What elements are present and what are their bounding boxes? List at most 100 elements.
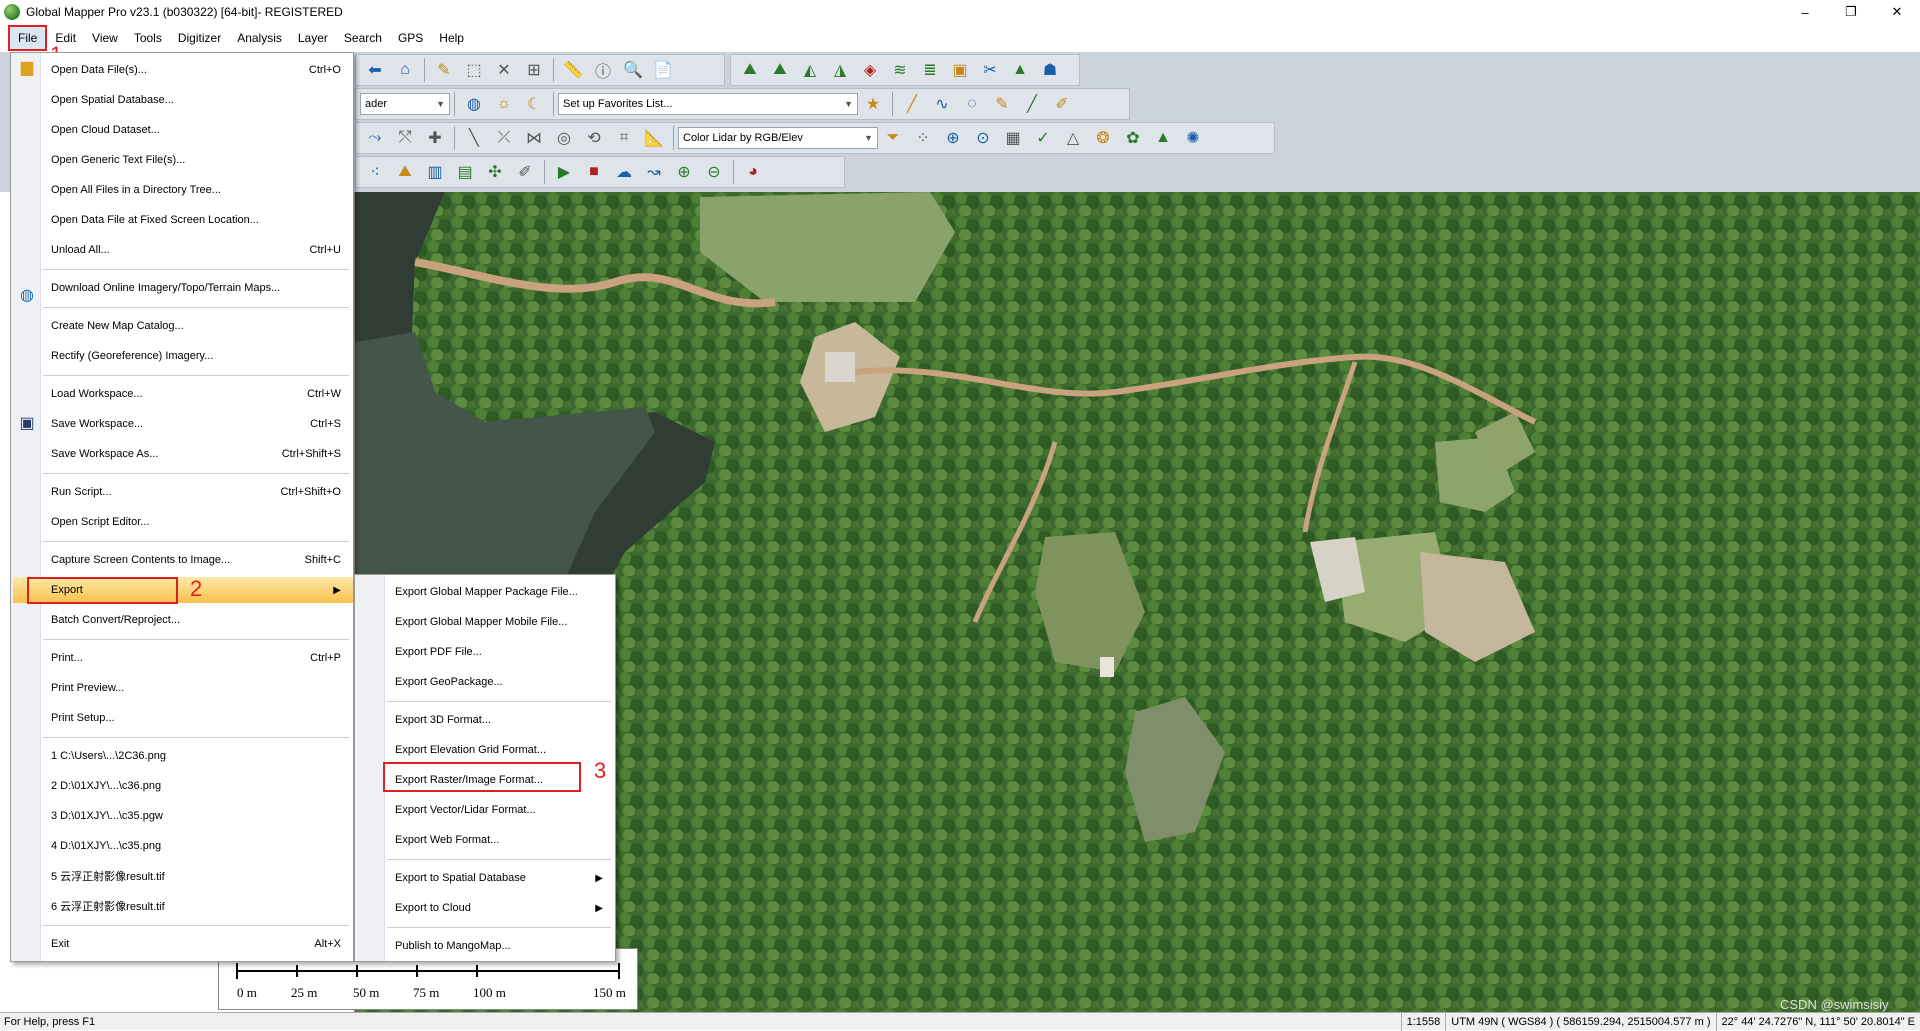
- export-item-web[interactable]: Export Web Format...: [385, 827, 615, 853]
- close-button[interactable]: ✕: [1874, 0, 1920, 24]
- stop-icon[interactable]: ■: [581, 159, 607, 185]
- cross-icon[interactable]: ✚: [422, 125, 448, 151]
- menu-item-recent-5[interactable]: 5 云浮正射影像result.tif: [41, 863, 353, 889]
- search-doc-icon[interactable]: 🔍: [620, 57, 646, 83]
- info-icon[interactable]: ⓘ: [590, 57, 616, 83]
- menu-file[interactable]: File: [8, 25, 47, 51]
- vertex-icon[interactable]: ⤳: [362, 125, 388, 151]
- menu-digitizer[interactable]: Digitizer: [170, 25, 229, 51]
- brush-tool-icon[interactable]: ✐: [512, 159, 538, 185]
- menu-item-script-editor[interactable]: Open Script Editor...: [41, 509, 353, 535]
- line-tool-icon[interactable]: ╲: [461, 125, 487, 151]
- play-icon[interactable]: ▶: [551, 159, 577, 185]
- volume-icon[interactable]: ◈: [857, 57, 883, 83]
- view-shed-icon[interactable]: ◮: [827, 57, 853, 83]
- export-item-mangomap[interactable]: Publish to MangoMap...: [385, 933, 615, 959]
- globe-icon[interactable]: ◍: [461, 91, 487, 117]
- snap-icon[interactable]: ⤲: [392, 125, 418, 151]
- menu-item-recent-3[interactable]: 3 D:\01XJY\...\c35.pgw: [41, 803, 353, 829]
- classify-icon[interactable]: ✓: [1030, 125, 1056, 151]
- digitize-line-icon[interactable]: ╱: [899, 91, 925, 117]
- star-icon[interactable]: ★: [860, 91, 886, 117]
- export-item-cloud[interactable]: Export to Cloud▶: [385, 895, 615, 921]
- filter-icon[interactable]: ⏷: [880, 125, 906, 151]
- brush-icon[interactable]: ✐: [1049, 91, 1075, 117]
- remove-icon[interactable]: ⊖: [701, 159, 727, 185]
- menu-item-save-workspace-as[interactable]: Save Workspace As...Ctrl+Shift+S: [41, 441, 353, 467]
- layers-icon[interactable]: ≣: [917, 57, 943, 83]
- network-icon[interactable]: ✺: [1180, 125, 1206, 151]
- contour-icon[interactable]: ⛰: [767, 57, 793, 83]
- menu-item-load-workspace[interactable]: Load Workspace...Ctrl+W: [41, 381, 353, 407]
- points-icon[interactable]: ⁘: [910, 125, 936, 151]
- slope-icon[interactable]: ◭: [797, 57, 823, 83]
- minimize-button[interactable]: –: [1782, 0, 1828, 24]
- menu-item-print[interactable]: Print...Ctrl+P: [41, 645, 353, 671]
- menu-item-create-catalog[interactable]: Create New Map Catalog...: [41, 313, 353, 339]
- menu-item-exit[interactable]: ExitAlt+X: [41, 931, 353, 957]
- menu-item-capture-screen[interactable]: Capture Screen Contents to Image...Shift…: [41, 547, 353, 573]
- menu-item-batch-convert[interactable]: Batch Convert/Reproject...: [41, 607, 353, 633]
- scatter-icon[interactable]: ⁖: [362, 159, 388, 185]
- measure-icon[interactable]: 📏: [560, 57, 586, 83]
- digitize-curve-icon[interactable]: ∿: [929, 91, 955, 117]
- ruler-icon[interactable]: 📐: [641, 125, 667, 151]
- back-arrow-icon[interactable]: ⬅: [362, 57, 388, 83]
- grid-icon[interactable]: ▦: [1000, 125, 1026, 151]
- menu-item-print-preview[interactable]: Print Preview...: [41, 675, 353, 701]
- tree-icon[interactable]: ✿: [1120, 125, 1146, 151]
- menu-item-recent-1[interactable]: 1 C:\Users\...\2C36.png: [41, 743, 353, 769]
- document-icon[interactable]: 📄: [650, 57, 676, 83]
- sun-icon[interactable]: ☼: [491, 91, 517, 117]
- export-item-elevation-grid[interactable]: Export Elevation Grid Format...: [385, 737, 615, 763]
- triangle-icon[interactable]: △: [1060, 125, 1086, 151]
- menu-item-open-cloud[interactable]: Open Cloud Dataset...: [41, 117, 353, 143]
- rotate-icon[interactable]: ⟲: [581, 125, 607, 151]
- menu-tools[interactable]: Tools: [126, 25, 170, 51]
- menu-layer[interactable]: Layer: [290, 25, 336, 51]
- terrain-icon[interactable]: ⛰: [737, 57, 763, 83]
- image-icon[interactable]: ▣: [947, 57, 973, 83]
- delete-x-icon[interactable]: ✕: [491, 57, 517, 83]
- split-icon[interactable]: ⤫: [491, 125, 517, 151]
- chart-icon[interactable]: ▲: [1007, 57, 1033, 83]
- menu-item-save-workspace[interactable]: Save Workspace...Ctrl+S: [41, 411, 353, 437]
- edit-vertex-icon[interactable]: ✎: [989, 91, 1015, 117]
- maximize-button[interactable]: ❐: [1828, 0, 1874, 24]
- export-item-pdf[interactable]: Export PDF File...: [385, 639, 615, 665]
- menu-item-recent-6[interactable]: 6 云浮正射影像result.tif: [41, 893, 353, 919]
- map-icon[interactable]: ▤: [452, 159, 478, 185]
- cluster-icon[interactable]: ❂: [1090, 125, 1116, 151]
- peak-icon[interactable]: ▲: [1150, 125, 1176, 151]
- menu-help[interactable]: Help: [431, 25, 472, 51]
- lasso-icon[interactable]: ◎: [551, 125, 577, 151]
- export-item-gm-package[interactable]: Export Global Mapper Package File...: [385, 579, 615, 605]
- zoom-lidar-icon[interactable]: ⊕: [940, 125, 966, 151]
- edit-line-icon[interactable]: ╱: [1019, 91, 1045, 117]
- search-lidar-icon[interactable]: ⊙: [970, 125, 996, 151]
- move-icon[interactable]: ⊞: [521, 57, 547, 83]
- menu-item-run-script[interactable]: Run Script...Ctrl+Shift+O: [41, 479, 353, 505]
- menu-item-open-spatial-db[interactable]: Open Spatial Database...: [41, 87, 353, 113]
- menu-item-open-generic-text[interactable]: Open Generic Text File(s)...: [41, 147, 353, 173]
- lidar-color-select[interactable]: Color Lidar by RGB/Elev▼: [678, 127, 878, 149]
- menu-item-unload-all[interactable]: Unload All...Ctrl+U: [41, 237, 353, 263]
- path-icon[interactable]: ↝: [641, 159, 667, 185]
- menu-view[interactable]: View: [84, 25, 126, 51]
- shader-select[interactable]: ader▼: [360, 93, 450, 115]
- menu-gps[interactable]: GPS: [390, 25, 431, 51]
- mountain-icon[interactable]: ⛰: [392, 159, 418, 185]
- watershed-icon[interactable]: ≋: [887, 57, 913, 83]
- building-icon[interactable]: ▥: [422, 159, 448, 185]
- users-icon[interactable]: ☗: [1037, 57, 1063, 83]
- favorites-select[interactable]: Set up Favorites List...▼: [558, 93, 858, 115]
- menu-item-recent-4[interactable]: 4 D:\01XJY\...\c35.png: [41, 833, 353, 859]
- export-item-vector-lidar[interactable]: Export Vector/Lidar Format...: [385, 797, 615, 823]
- pencil-icon[interactable]: ✎: [431, 57, 457, 83]
- moon-icon[interactable]: ☾: [521, 91, 547, 117]
- menu-item-open-dir-tree[interactable]: Open All Files in a Directory Tree...: [41, 177, 353, 203]
- home-icon[interactable]: ⌂: [392, 57, 418, 83]
- add-icon[interactable]: ⊕: [671, 159, 697, 185]
- select-rect-icon[interactable]: ⬚: [461, 57, 487, 83]
- menu-item-download-online[interactable]: Download Online Imagery/Topo/Terrain Map…: [41, 275, 353, 301]
